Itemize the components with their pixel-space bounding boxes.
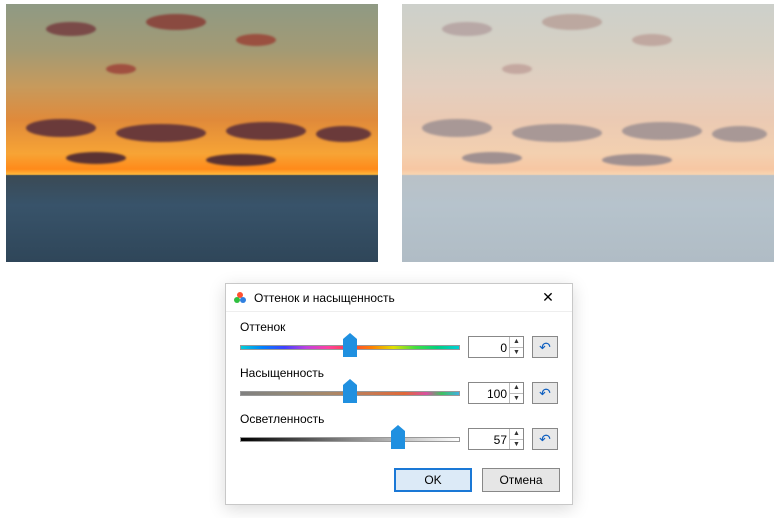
lightness-slider[interactable] [240, 428, 460, 450]
hue-value[interactable] [469, 337, 509, 357]
hue-thumb[interactable] [343, 339, 357, 357]
adjusted-image [402, 4, 774, 262]
lightness-value[interactable] [469, 429, 509, 449]
hue-reset-button[interactable]: ↶ [532, 336, 558, 358]
hue-label: Оттенок [240, 320, 558, 334]
dialog-title: Оттенок и насыщенность [254, 291, 528, 305]
saturation-slider[interactable] [240, 382, 460, 404]
reset-icon: ↶ [539, 385, 551, 402]
close-icon: ✕ [542, 289, 554, 306]
preview-images [0, 0, 781, 262]
cancel-button[interactable]: Отмена [482, 468, 560, 492]
saturation-reset-button[interactable]: ↶ [532, 382, 558, 404]
lightness-track [240, 437, 460, 442]
saturation-step-down[interactable]: ▼ [510, 394, 523, 404]
lightness-step-down[interactable]: ▼ [510, 440, 523, 450]
saturation-value[interactable] [469, 383, 509, 403]
ok-button[interactable]: OK [394, 468, 472, 492]
lightness-step-up[interactable]: ▲ [510, 429, 523, 440]
saturation-input[interactable]: ▲ ▼ [468, 382, 524, 404]
lightness-reset-button[interactable]: ↶ [532, 428, 558, 450]
saturation-thumb[interactable] [343, 385, 357, 403]
lightness-label: Осветленность [240, 412, 558, 426]
close-button[interactable]: ✕ [528, 285, 568, 311]
hue-input[interactable]: ▲ ▼ [468, 336, 524, 358]
reset-icon: ↶ [539, 339, 551, 356]
lightness-thumb[interactable] [391, 431, 405, 449]
reset-icon: ↶ [539, 431, 551, 448]
titlebar[interactable]: Оттенок и насыщенность ✕ [226, 284, 572, 312]
hue-slider[interactable] [240, 336, 460, 358]
app-icon [232, 290, 248, 306]
saturation-step-up[interactable]: ▲ [510, 383, 523, 394]
hue-saturation-dialog: Оттенок и насыщенность ✕ Оттенок ▲ ▼ ↶ [225, 283, 573, 505]
hue-step-up[interactable]: ▲ [510, 337, 523, 348]
saturation-label: Насыщенность [240, 366, 558, 380]
hue-step-down[interactable]: ▼ [510, 348, 523, 358]
original-image [6, 4, 378, 262]
lightness-input[interactable]: ▲ ▼ [468, 428, 524, 450]
